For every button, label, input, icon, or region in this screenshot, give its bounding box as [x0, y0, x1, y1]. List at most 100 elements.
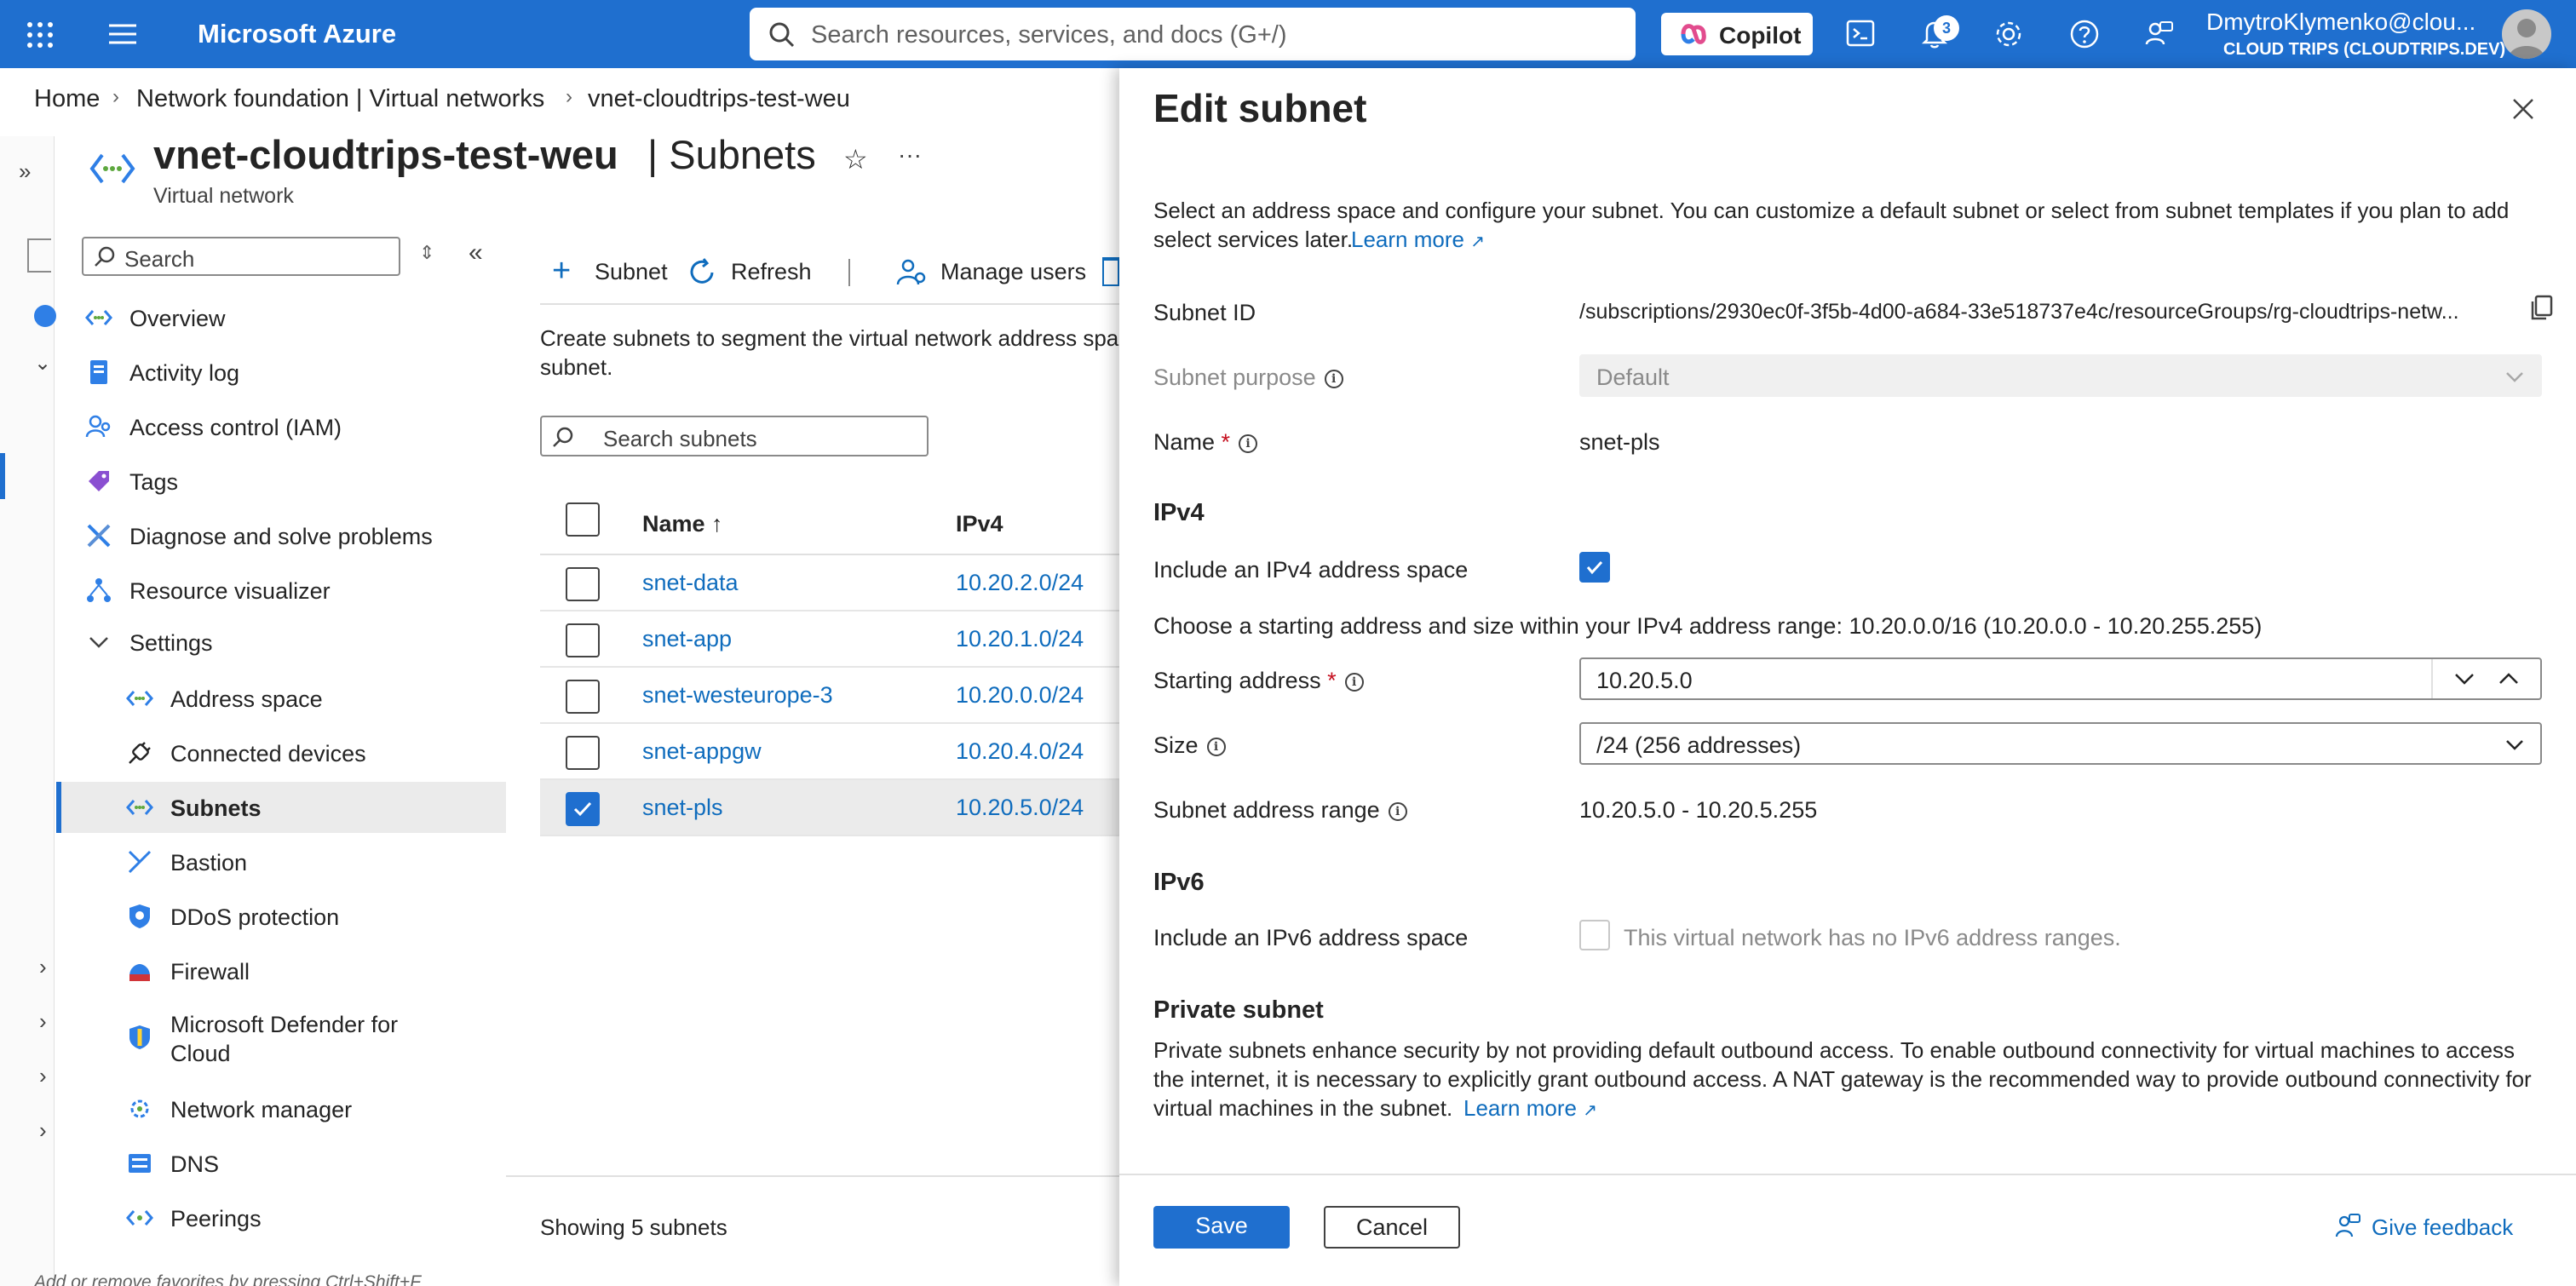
row-checkbox[interactable] [566, 736, 600, 770]
copy-icon[interactable] [2528, 295, 2554, 326]
menu-item-peerings[interactable]: Peerings [56, 1192, 506, 1243]
learn-more-link[interactable]: Learn more ↗ [1351, 227, 1485, 253]
subnets-search-placeholder: Search subnets [603, 426, 757, 451]
feedback-icon[interactable] [2143, 19, 2174, 54]
subnet-name-link[interactable]: snet-app [642, 626, 732, 652]
menu-item-address-space[interactable]: Address space [56, 673, 506, 724]
subnet-name-link[interactable]: snet-westeurope-3 [642, 682, 833, 709]
rail-expand-icon[interactable]: › [39, 1117, 47, 1144]
menu-item-iam[interactable]: Access control (IAM) [56, 401, 506, 452]
more-options-icon[interactable]: ··· [898, 141, 922, 169]
global-search-input[interactable]: Search resources, services, and docs (G+… [750, 8, 1636, 60]
info-icon[interactable]: i [1206, 737, 1226, 756]
menu-item-connected-devices[interactable]: Connected devices [56, 727, 506, 778]
menu-item-firewall[interactable]: Firewall [56, 945, 506, 996]
subnet-ipv4-link[interactable]: 10.20.2.0/24 [956, 570, 1084, 596]
subnets-search-input[interactable]: Search subnets [540, 416, 929, 456]
column-header-ipv4[interactable]: IPv4 [956, 511, 1003, 537]
menu-item-dns[interactable]: DNS [56, 1138, 506, 1189]
menu-item-tags[interactable]: Tags [56, 456, 506, 507]
include-ipv4-checkbox[interactable] [1579, 552, 1610, 583]
menu-item-overview[interactable]: Overview [56, 292, 506, 343]
rail-expand-icon[interactable]: › [39, 1063, 47, 1089]
menu-item-resource-visualizer[interactable]: Resource visualizer [56, 565, 506, 616]
increment-icon[interactable] [2496, 666, 2521, 696]
subnet-ipv4-link[interactable]: 10.20.1.0/24 [956, 626, 1084, 652]
cancel-button[interactable]: Cancel [1324, 1206, 1460, 1249]
refresh-button[interactable]: Refresh [687, 252, 823, 293]
resource-section: | Subnets [647, 132, 816, 177]
manage-users-button[interactable]: Manage users [896, 252, 1086, 293]
menu-group-settings[interactable]: Settings [56, 617, 506, 668]
menu-item-diagnose[interactable]: Diagnose and solve problems [56, 510, 506, 561]
menu-item-label: Resource visualizer [129, 578, 331, 604]
menu-item-network-manager[interactable]: Network manager [56, 1083, 506, 1134]
expand-rail-icon[interactable]: » [19, 158, 31, 185]
table-row[interactable]: snet-app 10.20.1.0/24 [540, 611, 1119, 668]
cloud-shell-icon[interactable] [1846, 20, 1875, 51]
help-icon[interactable] [2069, 19, 2100, 54]
rail-expand-icon[interactable]: › [39, 1008, 47, 1035]
breadcrumb-vnet[interactable]: vnet-cloudtrips-test-weu [588, 85, 850, 113]
user-avatar[interactable] [2502, 9, 2551, 59]
table-row[interactable]: snet-pls 10.20.5.0/24 [540, 780, 1119, 836]
shield-icon [126, 903, 153, 930]
menu-item-subnets[interactable]: Subnets [56, 782, 506, 833]
app-launcher-icon[interactable] [26, 20, 55, 49]
row-checkbox[interactable] [566, 680, 600, 714]
menu-item-bastion[interactable]: Bastion [56, 836, 506, 887]
subnet-name-link[interactable]: snet-data [642, 570, 739, 596]
rail-globe-icon[interactable] [34, 305, 56, 327]
select-all-checkbox[interactable] [566, 502, 600, 537]
favorite-star-icon[interactable]: ☆ [843, 143, 868, 175]
sort-icon[interactable]: ⇕ [419, 242, 434, 264]
size-dropdown[interactable]: /24 (256 addresses) [1579, 722, 2542, 765]
starting-address-input[interactable]: 10.20.5.0 [1579, 657, 2542, 700]
save-button[interactable]: Save [1153, 1206, 1290, 1249]
subnet-name-link[interactable]: snet-pls [642, 795, 723, 821]
column-header-name[interactable]: Name ↑ [642, 511, 723, 537]
subnet-ipv4-link[interactable]: 10.20.4.0/24 [956, 738, 1084, 765]
user-tenant: CLOUD TRIPS (CLOUDTRIPS.DEV) [2223, 40, 2506, 59]
table-row[interactable]: snet-data 10.20.2.0/24 [540, 555, 1119, 611]
menu-item-defender[interactable]: Microsoft Defender for Cloud [56, 1000, 506, 1076]
collapse-menu-icon[interactable]: « [469, 238, 483, 267]
row-checkbox[interactable] [566, 567, 600, 601]
menu-item-activity-log[interactable]: Activity log [56, 347, 506, 398]
info-icon[interactable]: i [1239, 433, 1258, 453]
rail-chevron-down-icon[interactable]: ⌄ [34, 351, 51, 376]
subnet-name-link[interactable]: snet-appgw [642, 738, 762, 765]
give-feedback-button[interactable]: Give feedback [2334, 1213, 2556, 1243]
brand-title[interactable]: Microsoft Azure [198, 19, 396, 49]
decrement-icon[interactable] [2452, 666, 2477, 696]
table-row[interactable]: snet-appgw 10.20.4.0/24 [540, 724, 1119, 780]
delete-icon[interactable] [1102, 257, 1119, 286]
subnets-table-header: Name ↑ IPv4 [540, 492, 1119, 555]
info-icon[interactable]: i [1324, 369, 1343, 388]
subnet-ipv4-link[interactable]: 10.20.5.0/24 [956, 795, 1084, 821]
copilot-button[interactable]: Copilot [1661, 13, 1813, 55]
private-learn-more-link[interactable]: Learn more ↗ [1463, 1095, 1597, 1122]
info-icon[interactable]: i [1388, 801, 1407, 821]
breadcrumb-virtual-networks[interactable]: Network foundation | Virtual networks [136, 85, 544, 113]
close-icon[interactable] [2510, 95, 2537, 127]
row-checkbox[interactable] [566, 623, 600, 657]
user-email[interactable]: DmytroKlymenko@clou... [2206, 9, 2475, 36]
menu-item-label: Settings [129, 630, 213, 656]
hamburger-menu-icon[interactable] [107, 22, 138, 46]
rail-search-icon[interactable] [27, 238, 51, 273]
info-icon[interactable]: i [1344, 672, 1364, 692]
subnet-ipv4-link[interactable]: 10.20.0.0/24 [956, 682, 1084, 709]
rail-expand-icon[interactable]: › [39, 954, 47, 980]
subnet-id-label: Subnet ID [1153, 300, 1256, 325]
table-row[interactable]: snet-westeurope-3 10.20.0.0/24 [540, 668, 1119, 724]
add-subnet-button[interactable]: + Subnet [549, 252, 668, 293]
add-subnet-label: Subnet [595, 259, 668, 284]
toolbar-underline [540, 303, 1119, 305]
row-checkbox[interactable] [566, 792, 600, 826]
settings-gear-icon[interactable] [1993, 19, 2024, 54]
menu-item-label: Activity log [129, 360, 240, 386]
breadcrumb-home[interactable]: Home [34, 85, 100, 113]
menu-item-ddos-protection[interactable]: DDoS protection [56, 891, 506, 942]
resource-menu-search[interactable]: Search [82, 237, 400, 276]
